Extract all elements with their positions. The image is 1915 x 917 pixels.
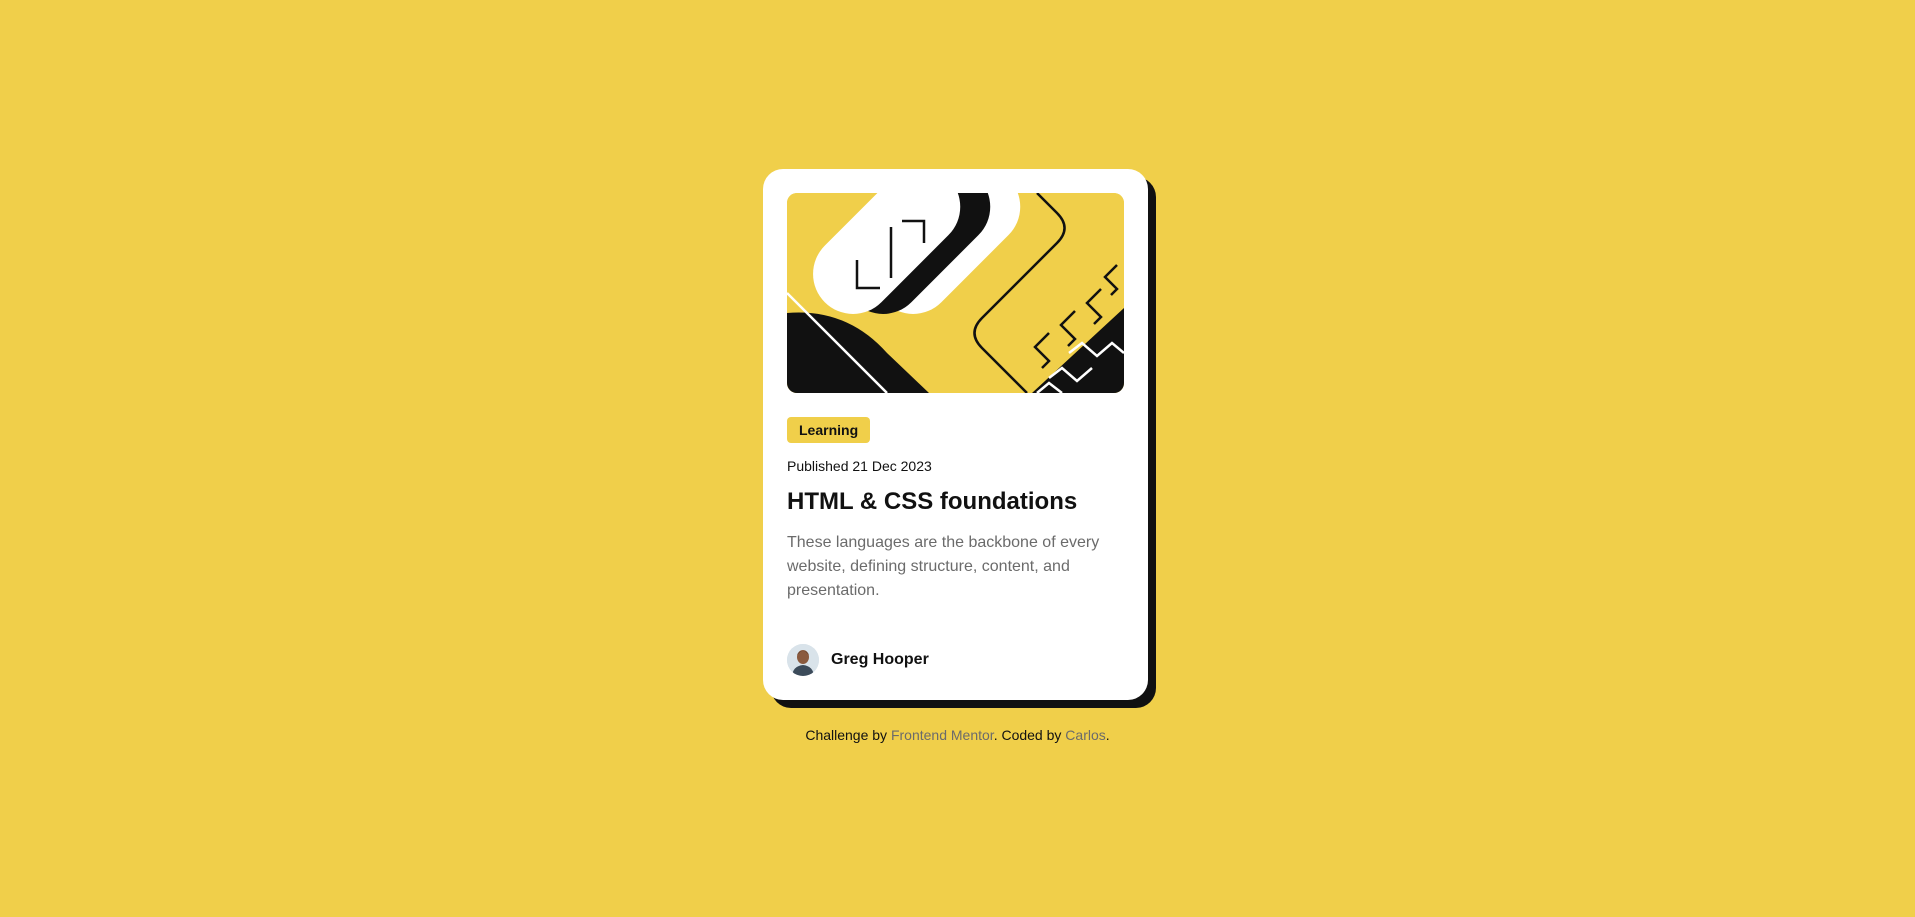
published-date: Published 21 Dec 2023 — [787, 458, 932, 474]
footer-suffix: . — [1105, 727, 1110, 743]
card-title[interactable]: HTML & CSS foundations — [787, 487, 1124, 517]
frontend-mentor-link[interactable]: Frontend Mentor — [891, 727, 994, 743]
category-tag: Learning — [787, 417, 871, 443]
card-description: These languages are the backbone of ever… — [787, 534, 1100, 599]
footer-prefix: Challenge by — [805, 727, 891, 743]
attribution-footer: Challenge by Frontend Mentor. Coded by C… — [0, 727, 1915, 743]
hero-illustration — [787, 193, 1124, 393]
author: Greg Hooper — [787, 644, 929, 676]
author-link[interactable]: Carlos — [1065, 727, 1105, 743]
footer-middle: . Coded by — [993, 727, 1066, 743]
avatar — [787, 644, 819, 676]
blog-preview-card: Learning Published 21 Dec 2023 HTML & CS… — [763, 169, 1148, 700]
author-name: Greg Hooper — [831, 651, 929, 668]
